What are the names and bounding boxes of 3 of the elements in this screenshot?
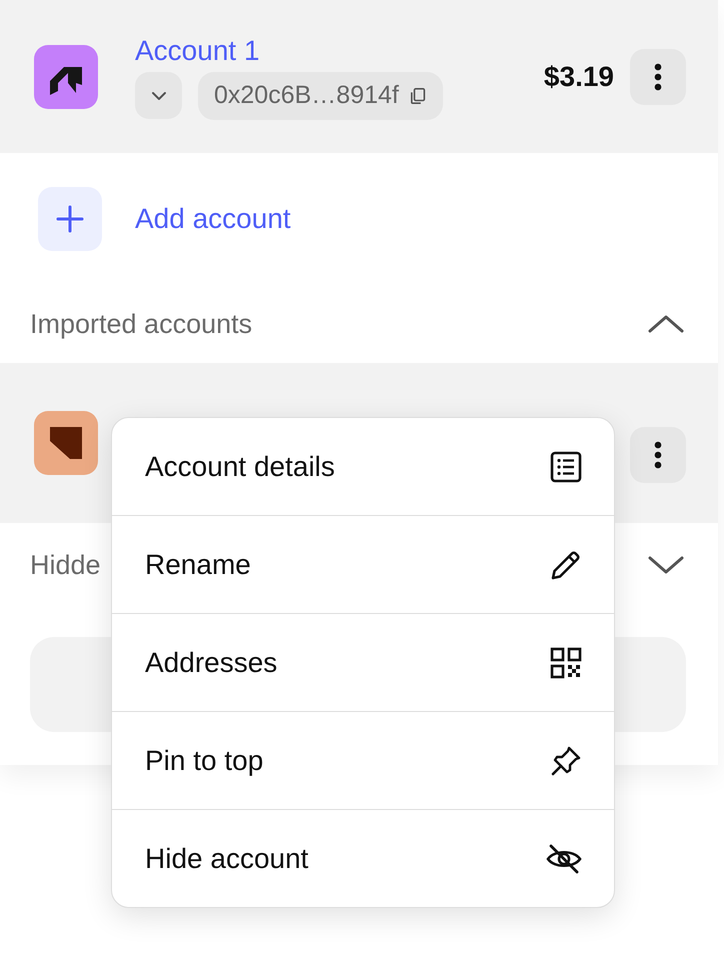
section-title: Imported accounts: [30, 308, 252, 340]
section-title: Hidde: [30, 550, 101, 580]
account-balance: $3.19: [544, 60, 614, 92]
